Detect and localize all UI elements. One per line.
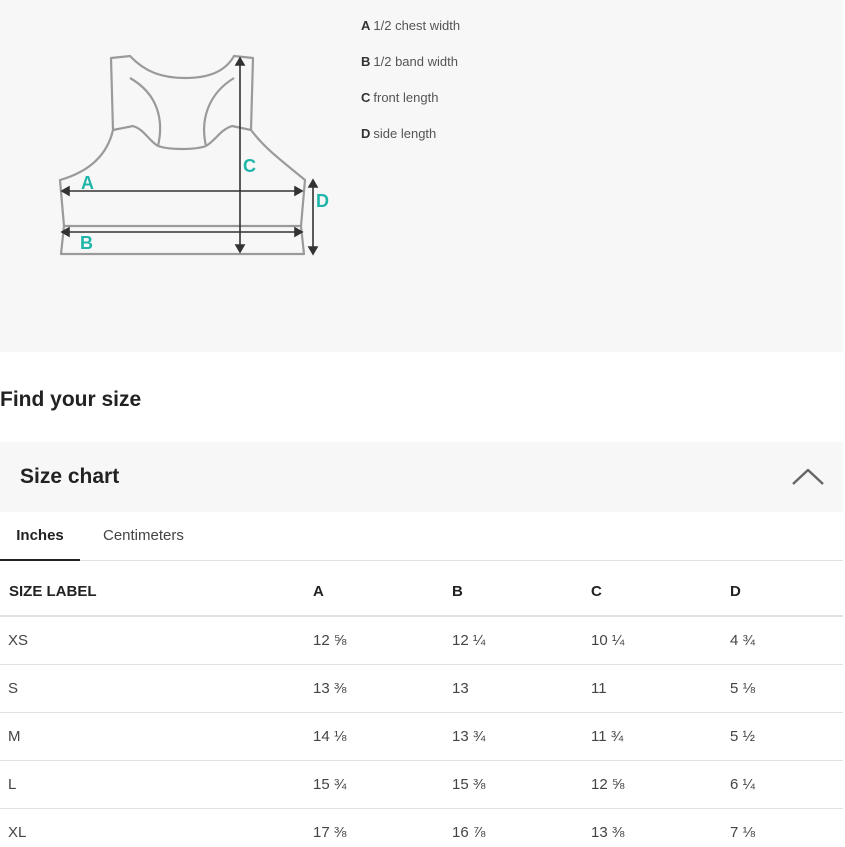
cell-a: 12 ⅝: [313, 616, 452, 665]
size-chart-table: SIZE LABEL A B C D XS 12 ⅝ 12 ¼ 10 ¼ 4 ¾…: [0, 568, 843, 847]
table-row: M 14 ⅛ 13 ¾ 11 ¾ 5 ½: [0, 712, 843, 761]
cell-b: 13 ¾: [452, 712, 591, 761]
cell-b: 16 ⅞: [452, 808, 591, 847]
table-row: S 13 ⅜ 13 11 5 ⅛: [0, 664, 843, 713]
cell-b: 13: [452, 664, 591, 713]
header-size-label: SIZE LABEL: [0, 568, 313, 617]
legend-item-b: B 1/2 band width: [361, 54, 458, 69]
tab-centimeters[interactable]: Centimeters: [103, 512, 184, 561]
cell-size: XS: [0, 616, 313, 665]
cell-size: XL: [0, 808, 313, 847]
cell-size: M: [0, 712, 313, 761]
cell-size: S: [0, 664, 313, 713]
find-size-title: Find your size: [0, 388, 142, 411]
chevron-up-icon[interactable]: [790, 462, 826, 488]
cell-size: L: [0, 760, 313, 809]
cell-a: 15 ¾: [313, 760, 452, 809]
cell-d: 5 ⅛: [730, 664, 843, 713]
cell-c: 12 ⅝: [591, 760, 730, 809]
measurement-legend: A 1/2 chest width B 1/2 band width Cfront …: [361, 18, 460, 162]
cell-c: 13 ⅜: [591, 808, 730, 847]
table-row: L 15 ¾ 15 ⅜ 12 ⅝ 6 ¼: [0, 760, 843, 809]
cell-d: 4 ¾: [730, 616, 843, 665]
header-c: C: [591, 568, 730, 617]
size-chart-title: Size chart: [20, 465, 120, 488]
table-row: XS 12 ⅝ 12 ¼ 10 ¼ 4 ¾: [0, 616, 843, 665]
header-a: A: [313, 568, 452, 617]
sports-bra-diagram: A B C D: [58, 54, 329, 256]
diagram-panel: A B C D A 1/2 chest width B 1/2 band width…: [0, 0, 843, 352]
marker-b: B: [80, 233, 93, 253]
cell-d: 7 ⅛: [730, 808, 843, 847]
cell-a: 13 ⅜: [313, 664, 452, 713]
table-row: XL 17 ⅜ 16 ⅞ 13 ⅜ 7 ⅛: [0, 808, 843, 847]
cell-d: 6 ¼: [730, 760, 843, 809]
racerback-left: [129, 77, 162, 147]
marker-d: D: [316, 191, 329, 211]
legend-item-a: A 1/2 chest width: [361, 18, 461, 33]
legend-item-c: Cfront length: [361, 90, 439, 105]
left-armhole: [112, 124, 159, 147]
cell-c: 11: [591, 664, 730, 713]
header-d: D: [730, 568, 843, 617]
table-header-row: SIZE LABEL A B C D: [0, 568, 843, 617]
cell-b: 15 ⅜: [452, 760, 591, 809]
cell-a: 17 ⅜: [313, 808, 452, 847]
cell-c: 10 ¼: [591, 616, 730, 665]
header-b: B: [452, 568, 591, 617]
legend-item-d: Dside length: [361, 126, 437, 141]
cell-b: 12 ¼: [452, 616, 591, 665]
size-chart-accordion-header[interactable]: Size chart: [0, 442, 843, 512]
cell-a: 14 ⅛: [313, 712, 452, 761]
marker-a: A: [81, 173, 94, 193]
tab-inches[interactable]: Inches: [0, 512, 80, 561]
back-neckline: [157, 144, 207, 151]
cell-c: 11 ¾: [591, 712, 730, 761]
unit-tabs: Inches Centimeters: [0, 512, 843, 561]
cell-d: 5 ½: [730, 712, 843, 761]
garment-outline: [58, 54, 307, 256]
right-armhole: [205, 124, 252, 147]
marker-c: C: [243, 156, 256, 176]
